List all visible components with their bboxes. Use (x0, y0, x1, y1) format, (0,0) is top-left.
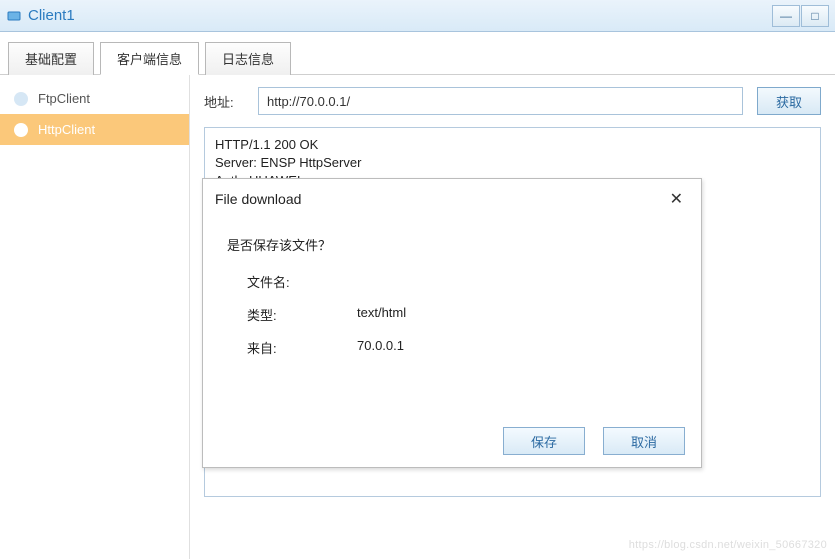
address-label: 地址: (204, 92, 244, 111)
sidebar-item-ftpclient[interactable]: FtpClient (0, 83, 189, 114)
from-value: 70.0.0.1 (357, 338, 677, 357)
watermark: https://blog.csdn.net/weixin_50667320 (629, 539, 827, 551)
dialog-question: 是否保存该文件？ (227, 235, 677, 254)
dot-icon (14, 92, 28, 106)
address-input[interactable] (258, 87, 743, 115)
sidebar-item-label: FtpClient (38, 91, 90, 106)
response-line: Server: ENSP HttpServer (215, 154, 810, 172)
app-icon (6, 8, 22, 24)
fetch-button[interactable]: 获取 (757, 87, 821, 115)
filename-label: 文件名: (247, 272, 357, 291)
dialog-title-text: File download (215, 191, 301, 207)
file-download-dialog: File download ✕ 是否保存该文件？ 文件名: 类型: text/h… (202, 178, 702, 468)
sidebar: FtpClient HttpClient (0, 75, 190, 559)
dot-icon (14, 123, 28, 137)
maximize-button[interactable]: □ (801, 5, 829, 27)
cancel-button[interactable]: 取消 (603, 427, 685, 455)
minimize-button[interactable]: — (772, 5, 800, 27)
window-controls: — □ (772, 5, 829, 27)
sidebar-item-label: HttpClient (38, 122, 95, 137)
dialog-buttons: 保存 取消 (503, 427, 685, 455)
filename-value (357, 272, 677, 291)
response-line: HTTP/1.1 200 OK (215, 136, 810, 154)
address-row: 地址: 获取 (204, 87, 821, 115)
titlebar: Client1 — □ (0, 0, 835, 32)
close-icon[interactable]: ✕ (664, 187, 689, 211)
dialog-titlebar: File download ✕ (203, 179, 701, 219)
dialog-row-filename: 文件名: (227, 272, 677, 291)
dialog-body: 是否保存该文件？ 文件名: 类型: text/html 来自: 70.0.0.1 (203, 219, 701, 379)
from-label: 来自: (247, 338, 357, 357)
tab-log-info[interactable]: 日志信息 (205, 42, 291, 75)
sidebar-item-httpclient[interactable]: HttpClient (0, 114, 189, 145)
dialog-row-from: 来自: 70.0.0.1 (227, 338, 677, 357)
tab-basic-config[interactable]: 基础配置 (8, 42, 94, 75)
type-value: text/html (357, 305, 677, 324)
type-label: 类型: (247, 305, 357, 324)
tab-client-info[interactable]: 客户端信息 (100, 42, 199, 75)
window-title: Client1 (28, 7, 75, 24)
save-button[interactable]: 保存 (503, 427, 585, 455)
top-tabs: 基础配置 客户端信息 日志信息 (0, 32, 835, 75)
dialog-row-type: 类型: text/html (227, 305, 677, 324)
